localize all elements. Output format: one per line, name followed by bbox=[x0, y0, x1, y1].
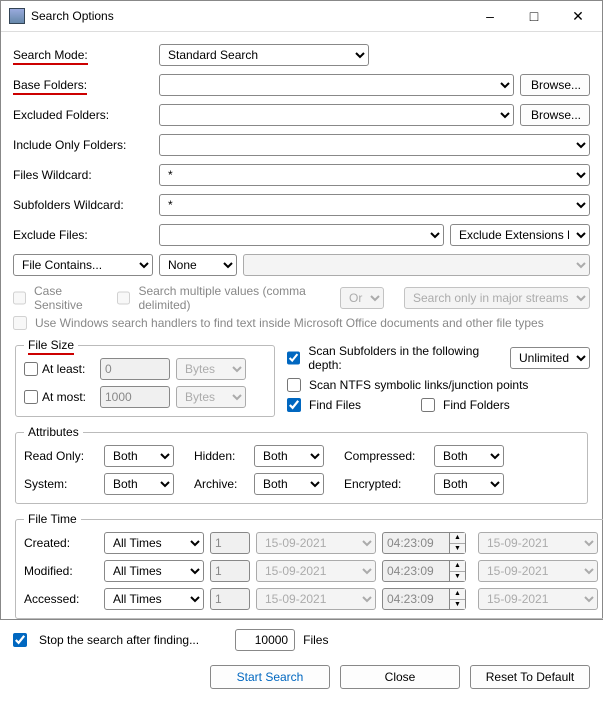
at-least-option[interactable]: At least: bbox=[24, 362, 94, 376]
search-mode-label: Search Mode: bbox=[13, 48, 153, 62]
multi-values-option[interactable]: Search multiple values (comma delimited) bbox=[117, 284, 320, 312]
at-most-option[interactable]: At most: bbox=[24, 390, 94, 404]
reset-button[interactable]: Reset To Default bbox=[470, 665, 590, 689]
read-only-label: Read Only: bbox=[24, 449, 104, 463]
find-files-option[interactable]: Find Files bbox=[287, 398, 361, 412]
hidden-select[interactable]: Both bbox=[254, 445, 324, 467]
case-sensitive-option[interactable]: Case Sensitive bbox=[13, 284, 97, 312]
at-least-unit-select: Bytes bbox=[176, 358, 246, 380]
multi-values-operator-select: Or bbox=[340, 287, 384, 309]
stop-after-label: Stop the search after finding... bbox=[39, 633, 199, 647]
created-num-input bbox=[210, 532, 250, 554]
system-select[interactable]: Both bbox=[104, 473, 174, 495]
search-mode-select[interactable]: Standard Search bbox=[159, 44, 369, 66]
file-contains-mode-select[interactable]: File Contains... bbox=[13, 254, 153, 276]
scan-depth-select[interactable]: Unlimited bbox=[510, 347, 590, 369]
file-contains-match-select[interactable]: None bbox=[159, 254, 237, 276]
accessed-to-date: 15-09-2021 bbox=[478, 588, 598, 610]
at-most-input bbox=[100, 386, 170, 408]
maximize-button[interactable]: □ bbox=[512, 1, 556, 31]
exclude-extensions-select[interactable]: Exclude Extensions List bbox=[450, 224, 590, 246]
file-time-legend: File Time bbox=[24, 512, 81, 526]
archive-select[interactable]: Both bbox=[254, 473, 324, 495]
multi-values-checkbox bbox=[117, 291, 130, 305]
spinner-icon: ▲▼ bbox=[450, 560, 466, 582]
modified-to-date: 15-09-2021 bbox=[478, 560, 598, 582]
include-only-label: Include Only Folders: bbox=[13, 138, 153, 152]
base-folders-label: Base Folders: bbox=[13, 78, 153, 92]
exclude-files-label: Exclude Files: bbox=[13, 228, 153, 242]
find-files-checkbox[interactable] bbox=[287, 398, 301, 412]
file-size-legend: File Size bbox=[28, 338, 74, 355]
stop-after-count-input[interactable] bbox=[235, 629, 295, 651]
at-most-checkbox[interactable] bbox=[24, 390, 38, 404]
archive-label: Archive: bbox=[194, 477, 254, 491]
win-handlers-option[interactable]: Use Windows search handlers to find text… bbox=[13, 316, 590, 330]
scan-subfolders-checkbox[interactable] bbox=[287, 351, 300, 365]
files-wildcard-label: Files Wildcard: bbox=[13, 168, 153, 182]
attributes-group: Attributes Read Only: Both Hidden: Both … bbox=[15, 425, 588, 504]
compressed-label: Compressed: bbox=[344, 449, 434, 463]
modified-num-input bbox=[210, 560, 250, 582]
minimize-button[interactable]: – bbox=[468, 1, 512, 31]
accessed-label: Accessed: bbox=[24, 592, 104, 606]
created-from-date: 15-09-2021 bbox=[256, 532, 376, 554]
stop-after-checkbox[interactable] bbox=[13, 633, 27, 647]
find-folders-option[interactable]: Find Folders bbox=[421, 398, 510, 412]
find-folders-checkbox[interactable] bbox=[421, 398, 435, 412]
system-label: System: bbox=[24, 477, 104, 491]
exclude-files-combo[interactable] bbox=[159, 224, 444, 246]
include-only-combo[interactable] bbox=[159, 134, 590, 156]
at-least-input bbox=[100, 358, 170, 380]
created-mode-select[interactable]: All Times bbox=[104, 532, 204, 554]
app-icon bbox=[9, 8, 25, 24]
base-folders-browse-button[interactable]: Browse... bbox=[520, 74, 590, 96]
base-folders-combo[interactable] bbox=[159, 74, 514, 96]
scan-subfolders-label: Scan Subfolders in the following depth: bbox=[308, 344, 506, 372]
at-most-unit-select: Bytes bbox=[176, 386, 246, 408]
attributes-legend: Attributes bbox=[24, 425, 83, 439]
scan-ntfs-label: Scan NTFS symbolic links/junction points bbox=[309, 378, 528, 392]
close-button[interactable]: Close bbox=[340, 665, 460, 689]
hidden-label: Hidden: bbox=[194, 449, 254, 463]
scan-ntfs-checkbox[interactable] bbox=[287, 378, 301, 392]
accessed-num-input bbox=[210, 588, 250, 610]
start-search-button[interactable]: Start Search bbox=[210, 665, 330, 689]
read-only-select[interactable]: Both bbox=[104, 445, 174, 467]
win-handlers-checkbox bbox=[13, 316, 27, 330]
case-sensitive-checkbox bbox=[13, 291, 26, 305]
major-streams-select: Search only in major streams bbox=[404, 287, 590, 309]
files-wildcard-combo[interactable]: * bbox=[159, 164, 590, 186]
modified-from-time bbox=[382, 560, 450, 582]
spinner-icon: ▲▼ bbox=[450, 532, 466, 554]
file-size-group: File Size At least: Bytes At most: Bytes bbox=[15, 338, 275, 417]
modified-mode-select[interactable]: All Times bbox=[104, 560, 204, 582]
created-to-date: 15-09-2021 bbox=[478, 532, 598, 554]
file-time-group: File Time Created: All Times 15-09-2021 … bbox=[15, 512, 603, 619]
subfolders-wildcard-combo[interactable]: * bbox=[159, 194, 590, 216]
compressed-select[interactable]: Both bbox=[434, 445, 504, 467]
accessed-from-time bbox=[382, 588, 450, 610]
window-title: Search Options bbox=[31, 9, 468, 23]
file-contains-value-combo bbox=[243, 254, 590, 276]
encrypted-label: Encrypted: bbox=[344, 477, 434, 491]
titlebar: Search Options – □ ✕ bbox=[1, 1, 602, 32]
encrypted-select[interactable]: Both bbox=[434, 473, 504, 495]
created-label: Created: bbox=[24, 536, 104, 550]
excluded-folders-browse-button[interactable]: Browse... bbox=[520, 104, 590, 126]
stop-after-suffix: Files bbox=[303, 633, 328, 647]
excluded-folders-combo[interactable] bbox=[159, 104, 514, 126]
modified-from-date: 15-09-2021 bbox=[256, 560, 376, 582]
accessed-mode-select[interactable]: All Times bbox=[104, 588, 204, 610]
accessed-from-date: 15-09-2021 bbox=[256, 588, 376, 610]
excluded-folders-label: Excluded Folders: bbox=[13, 108, 153, 122]
subfolders-wildcard-label: Subfolders Wildcard: bbox=[13, 198, 153, 212]
modified-label: Modified: bbox=[24, 564, 104, 578]
created-from-time bbox=[382, 532, 450, 554]
close-window-button[interactable]: ✕ bbox=[556, 1, 600, 31]
at-least-checkbox[interactable] bbox=[24, 362, 38, 376]
spinner-icon: ▲▼ bbox=[450, 588, 466, 610]
